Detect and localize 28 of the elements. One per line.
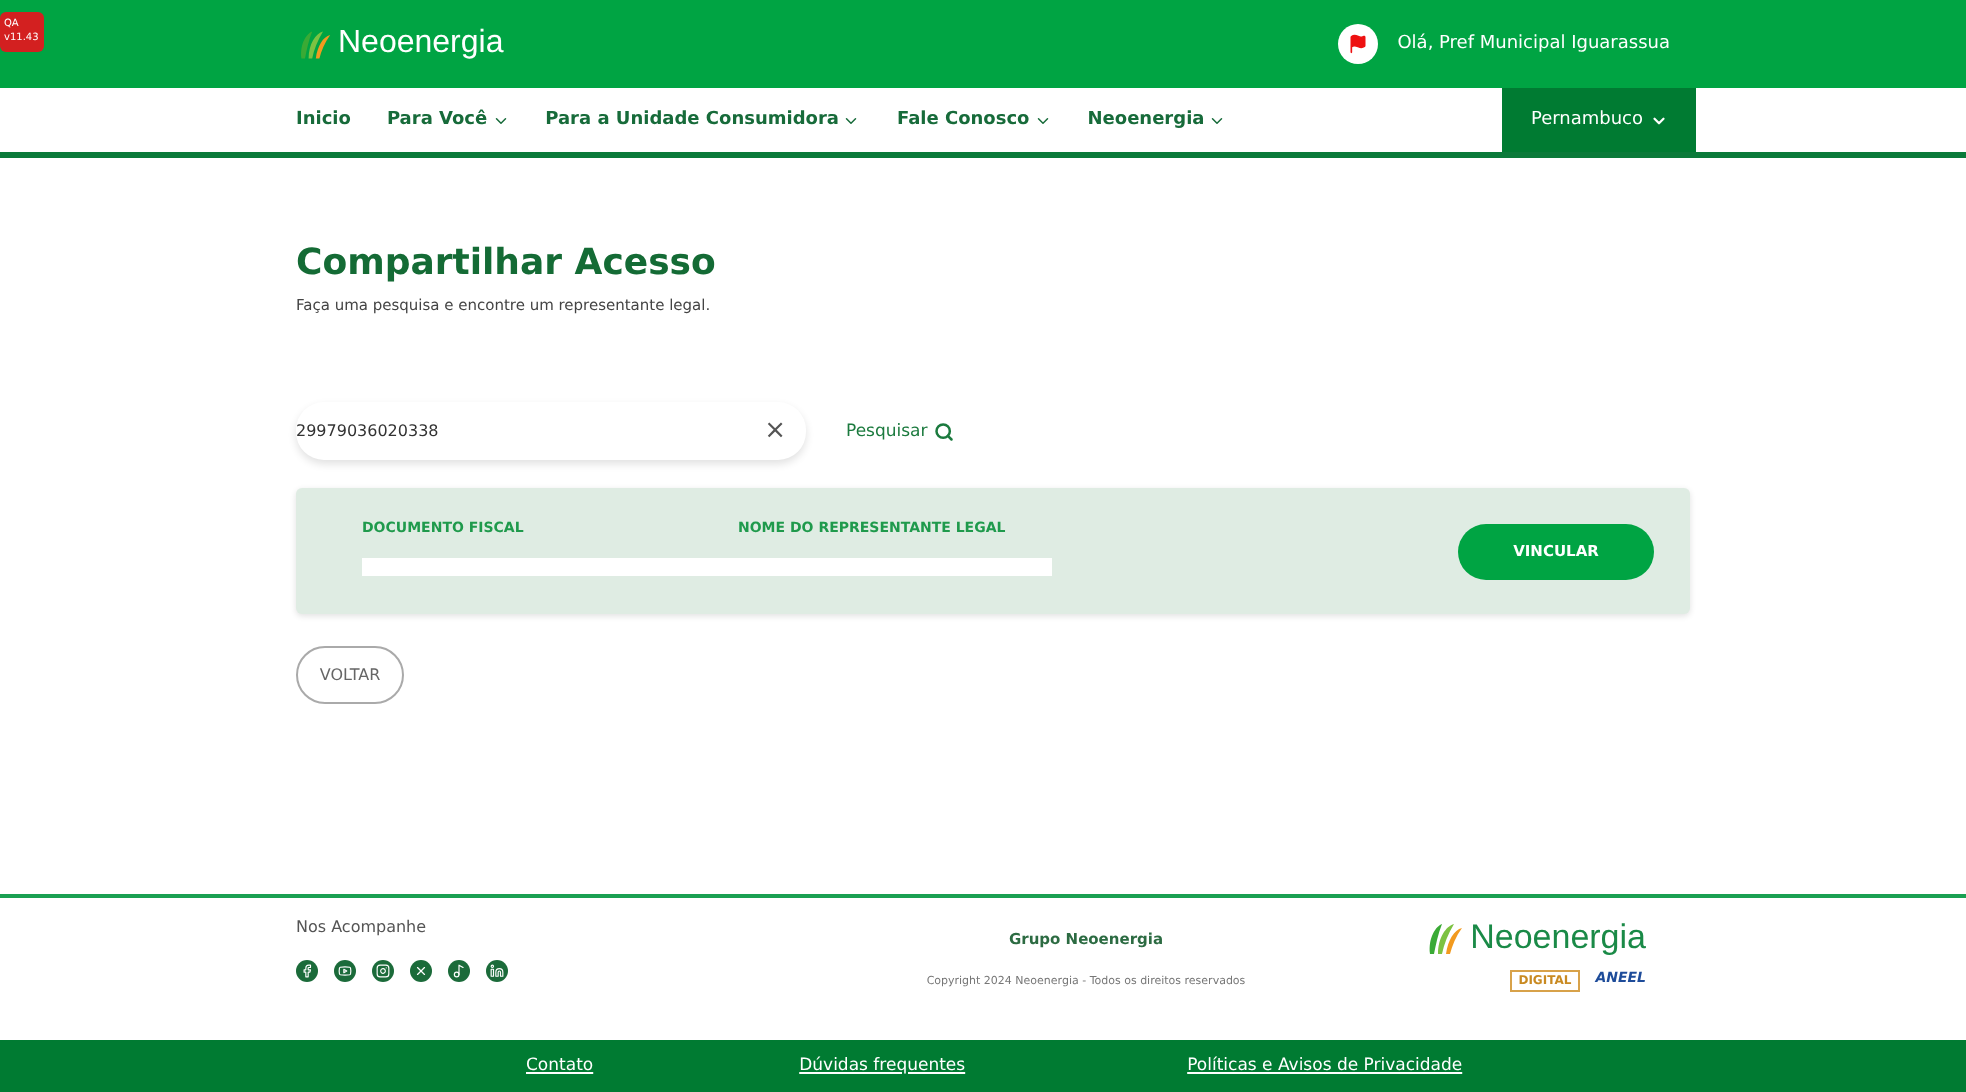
follow-label: Nos Acompanhe [296, 918, 429, 936]
neoenergia-logo[interactable]: Neoenergia [296, 26, 504, 62]
nav-menu-item[interactable]: Inicio [296, 88, 351, 152]
region-selector[interactable]: Pernambuco [1502, 88, 1696, 152]
clear-button[interactable]: × [756, 416, 794, 446]
facebook-icon[interactable] [296, 960, 318, 982]
leaf-logo-icon [1424, 918, 1465, 958]
leaf-logo-icon [296, 26, 332, 62]
search-button[interactable]: Pesquisar [834, 419, 966, 443]
neoenergia-logo: Neoenergia [1424, 918, 1646, 958]
instagram-icon[interactable] [372, 960, 394, 982]
back-button[interactable]: VOLTAR [296, 646, 404, 704]
nav-menu-item[interactable]: Fale Conosco [896, 88, 1052, 152]
x-icon[interactable] [410, 960, 432, 982]
footer-link[interactable]: Dúvidas frequentes [799, 1056, 966, 1076]
page-title: Compartilhar Acesso [296, 242, 718, 284]
search-field[interactable]: 29979036020338 × [296, 402, 806, 460]
flag-icon[interactable] [1337, 24, 1378, 64]
footer-link[interactable]: Contato [526, 1056, 594, 1076]
linkedin-icon[interactable] [486, 960, 508, 982]
user-greeting: Olá, Pref Municipal Iguarassua [1397, 34, 1670, 54]
footer-link[interactable]: Políticas e Avisos de Privacidade [1187, 1056, 1463, 1076]
nav-menu-item[interactable]: Neoenergia [1087, 88, 1227, 152]
search-icon [933, 421, 954, 441]
youtube-icon[interactable] [334, 960, 356, 982]
nav-menu-item[interactable]: Para Você [386, 88, 510, 152]
tiktok-icon[interactable] [448, 960, 470, 982]
nav-menu-item[interactable]: Para a Unidade Consumidora [545, 88, 861, 152]
